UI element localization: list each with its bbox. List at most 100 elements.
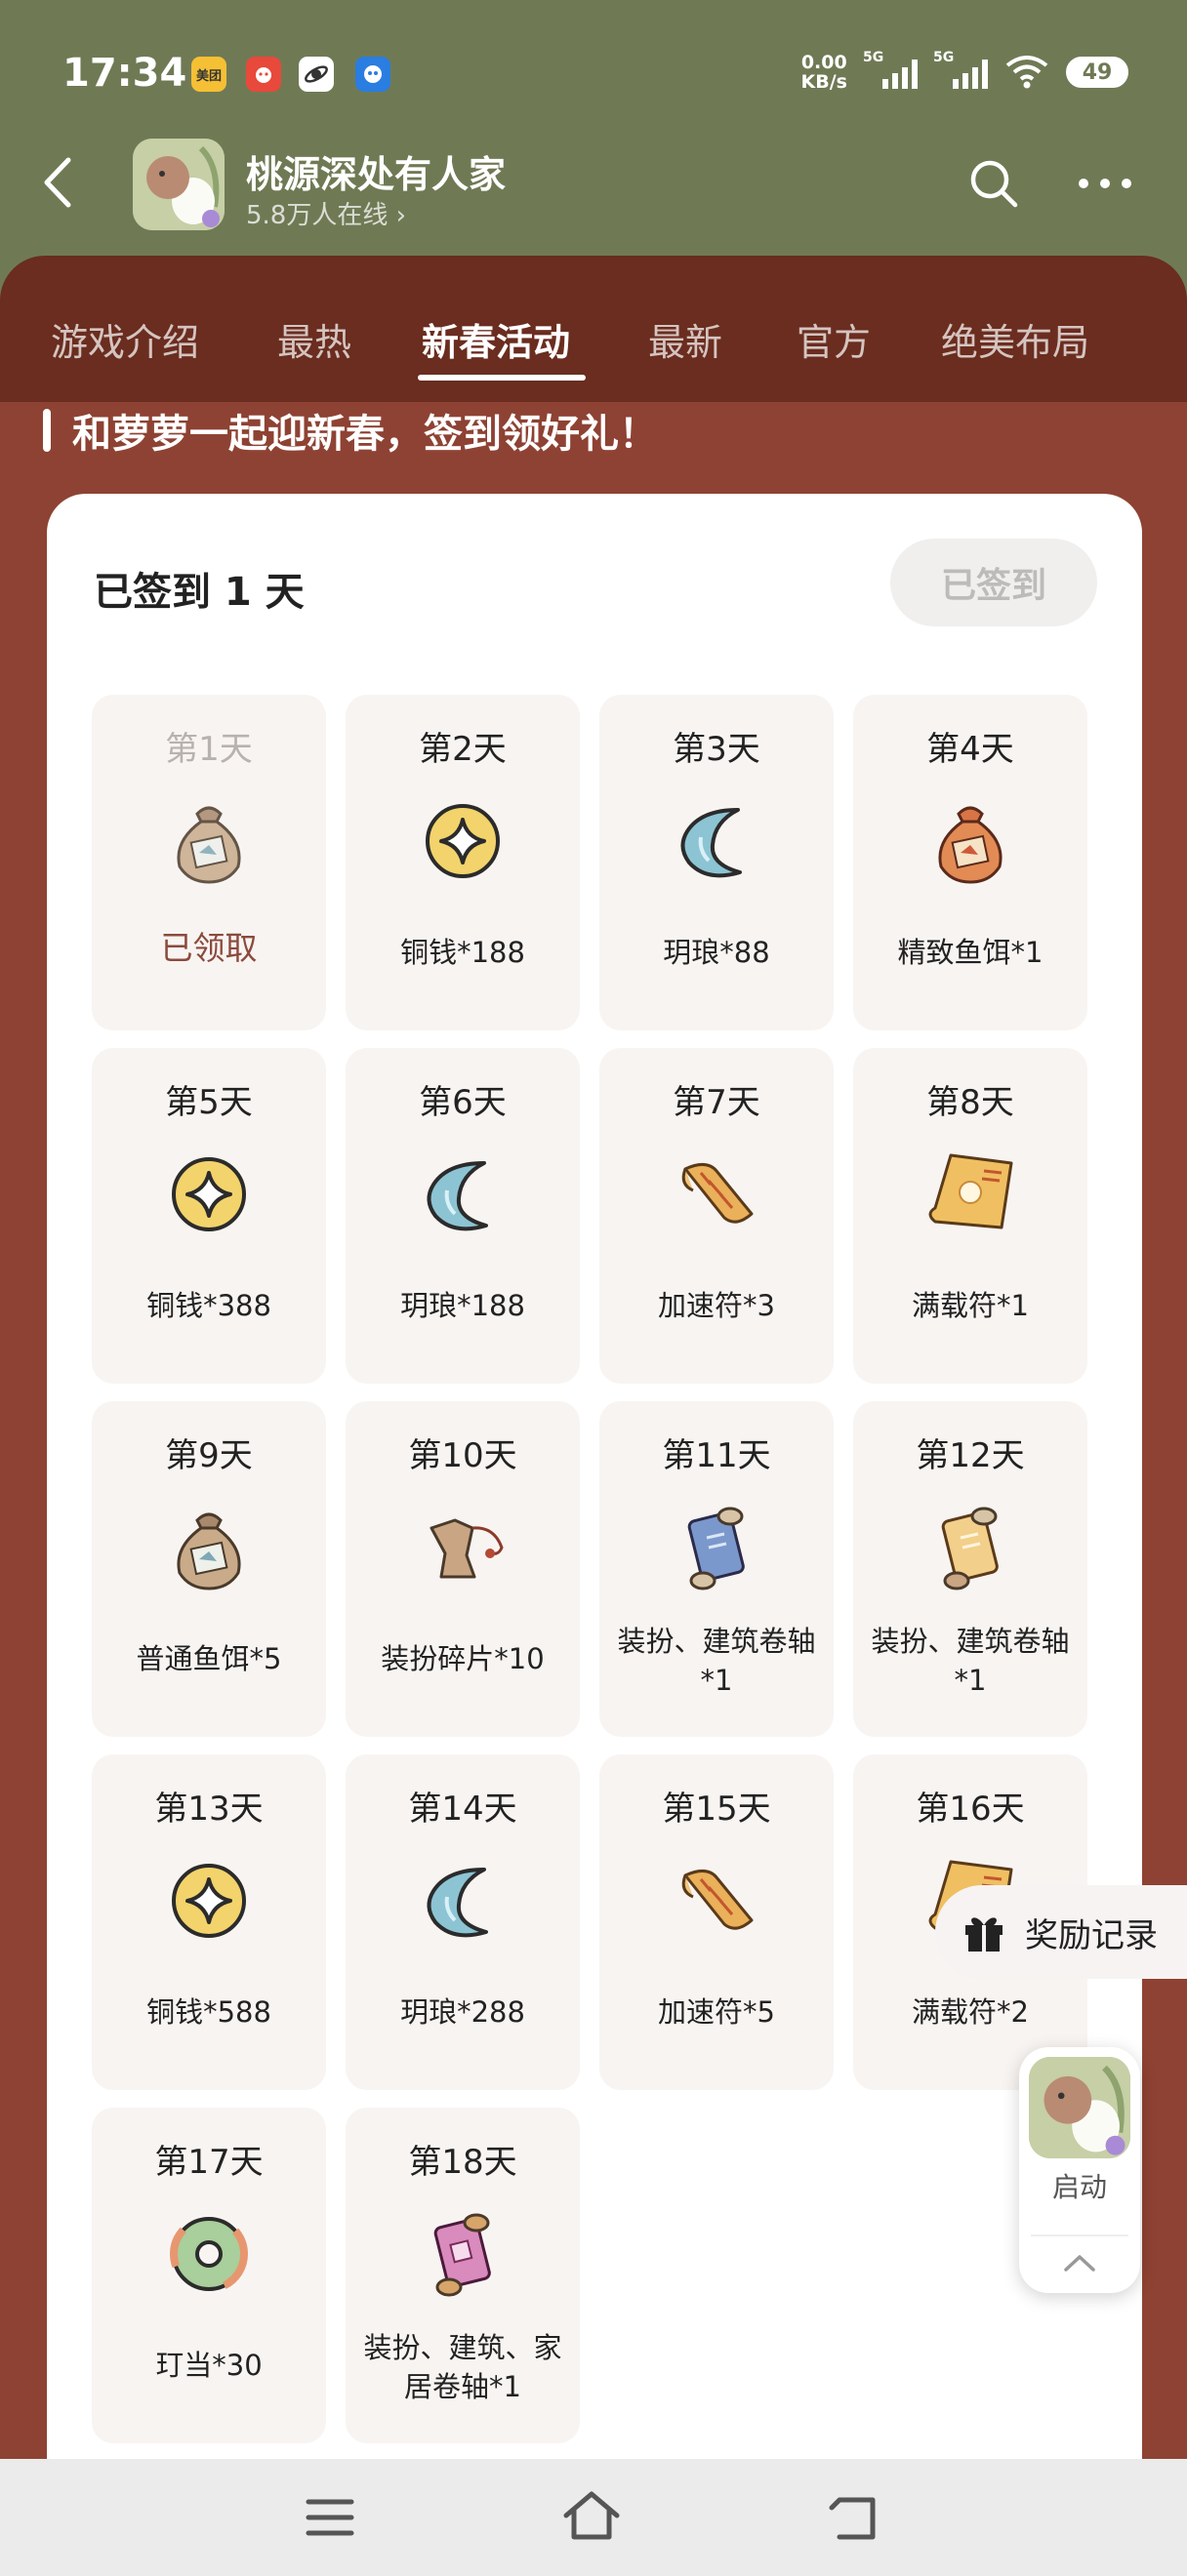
fish-bait-bag-icon [160, 1499, 258, 1596]
battery-indicator: 49 [1066, 57, 1128, 88]
jade-ring-icon [160, 2205, 258, 2303]
signal-2-label: 5G [933, 50, 955, 65]
moon-gem-icon [414, 1852, 512, 1950]
checkin-day-13[interactable]: 第13天铜钱*588 [92, 1754, 326, 2090]
reward-label: 铜钱*188 [400, 936, 525, 969]
game-title: 桃源深处有人家 [246, 153, 507, 196]
checkin-day-11[interactable]: 第11天 装扮、建筑卷轴*1 [599, 1401, 834, 1737]
chevron-up-icon[interactable] [1060, 2248, 1099, 2277]
day-title: 第3天 [673, 730, 760, 769]
reward-label: 铜钱*388 [146, 1289, 271, 1322]
checkin-day-14[interactable]: 第14天 玥琅*288 [346, 1754, 580, 2090]
chevron-right-icon: › [395, 201, 407, 230]
tab-beautiful-layout[interactable]: 绝美布局 [941, 312, 1089, 366]
tab-game-intro[interactable]: 游戏介绍 [51, 312, 199, 366]
checkin-day-1[interactable]: 第1天 已领取 [92, 695, 326, 1030]
moon-gem-icon [414, 1146, 512, 1243]
reward-label: 装扮、建筑卷轴*1 [617, 1625, 816, 1697]
home-icon[interactable] [562, 2488, 621, 2547]
reward-label: 精致鱼饵*1 [897, 936, 1044, 969]
day-title: 第7天 [673, 1083, 760, 1122]
checkin-card: 已签到 1 天 已签到 第1天 已领取 第2天 铜钱*188 第3天 玥琅*88 第4天 精致… [47, 494, 1142, 2576]
day-title: 第13天 [154, 1790, 264, 1829]
day-title: 第15天 [662, 1790, 771, 1829]
app-notification-icon [246, 57, 281, 92]
launch-divider [1031, 2234, 1128, 2236]
tab-newest[interactable]: 最新 [648, 312, 722, 366]
tab-hottest[interactable]: 最热 [277, 312, 351, 366]
checkin-day-7[interactable]: 第7天加速符*3 [599, 1048, 834, 1384]
day-title: 第14天 [408, 1790, 517, 1829]
back-icon[interactable] [826, 2488, 884, 2547]
reward-label: 铜钱*588 [146, 1995, 271, 2029]
checkin-day-5[interactable]: 第5天铜钱*388 [92, 1048, 326, 1384]
meituan-badge-label: 美团 [195, 68, 222, 84]
tab-official[interactable]: 官方 [797, 312, 871, 366]
checkin-day-10[interactable]: 第10天装扮碎片*10 [346, 1401, 580, 1737]
tab-bar: 游戏介绍 最热 新春活动 最新 官方 绝美布局 [0, 256, 1187, 402]
reward-label: 加速符*3 [658, 1289, 775, 1322]
day-title: 第5天 [165, 1083, 253, 1122]
speed-talisman-icon [668, 1852, 765, 1950]
net-speed-value: 0.00 [800, 52, 847, 73]
online-count-link[interactable]: 5.8万人在线 › [246, 195, 406, 231]
launch-game-float[interactable]: 启动 [1019, 2047, 1140, 2293]
reward-label: 装扮碎片*10 [381, 1642, 545, 1675]
day-title: 第9天 [165, 1436, 253, 1475]
meituan-app-icon: 美团 [191, 57, 226, 92]
coin-icon [160, 1146, 258, 1243]
event-banner: 和萝萝一起迎新春，签到领好礼！ [43, 402, 658, 459]
menu-icon[interactable] [301, 2488, 359, 2547]
checkin-day-15[interactable]: 第15天加速符*5 [599, 1754, 834, 2090]
yellow-scroll-icon [921, 1499, 1019, 1596]
wifi-icon [1005, 56, 1048, 89]
signed-days-count: 已签到 1 天 [94, 570, 305, 615]
signal-icon-1: 5G [863, 50, 918, 89]
more-icon[interactable] [1074, 164, 1136, 203]
full-load-talisman-icon [921, 1146, 1019, 1243]
game-avatar[interactable] [133, 139, 225, 230]
day-title: 第6天 [419, 1083, 507, 1122]
signal-icon-2: 5G [933, 50, 988, 89]
signed-button[interactable]: 已签到 [890, 539, 1097, 626]
day-title: 第17天 [154, 2143, 264, 2182]
reward-label: 玥琅*88 [663, 936, 770, 969]
checkin-day-3[interactable]: 第3天玥琅*88 [599, 695, 834, 1030]
banner-text: 和萝萝一起迎新春，签到领好礼！ [72, 412, 658, 457]
day-title: 第4天 [926, 730, 1014, 769]
status-bar: 17:34 美团 0.00 KB/s 5G 5G 49 [0, 0, 1187, 137]
system-navigation-bar [0, 2459, 1187, 2576]
moon-gem-icon [668, 792, 765, 890]
search-icon[interactable] [966, 156, 1021, 211]
launch-game-avatar[interactable] [1029, 2057, 1130, 2158]
network-speed: 0.00 KB/s [801, 53, 847, 92]
checkin-day-9[interactable]: 第9天 普通鱼饵*5 [92, 1401, 326, 1737]
day-title: 第8天 [926, 1083, 1014, 1122]
reward-record-label: 奖励记录 [1025, 1915, 1158, 1955]
reward-label: 玎当*30 [155, 2349, 263, 2382]
reward-label: 玥琅*188 [400, 1289, 525, 1322]
checkin-day-8[interactable]: 第8天 满载符*1 [853, 1048, 1087, 1384]
planet-app-icon [299, 57, 334, 92]
reward-label: 满载符*2 [912, 1995, 1029, 2029]
day-title: 第10天 [408, 1436, 517, 1475]
back-arrow-icon[interactable] [37, 156, 80, 209]
launch-label[interactable]: 启动 [1019, 2166, 1140, 2205]
checkin-day-2[interactable]: 第2天 铜钱*188 [346, 695, 580, 1030]
checkin-day-17[interactable]: 第17天玎当*30 [92, 2108, 326, 2443]
checkin-day-18[interactable]: 第18天 装扮、建筑、家居卷轴*1 [346, 2108, 580, 2443]
day-title: 第16天 [916, 1790, 1025, 1829]
blue-scroll-icon [668, 1499, 765, 1596]
reward-label: 加速符*5 [658, 1995, 775, 2029]
day-title: 第12天 [916, 1436, 1025, 1475]
reward-record-button[interactable]: 奖励记录 [935, 1885, 1187, 1979]
status-time: 17:34 [62, 51, 187, 96]
checkin-day-12[interactable]: 第12天 装扮、建筑卷轴*1 [853, 1401, 1087, 1737]
gift-icon [965, 1917, 1003, 1952]
claimed-status: 已领取 [160, 929, 258, 967]
coin-icon [160, 1852, 258, 1950]
checkin-day-4[interactable]: 第4天精致鱼饵*1 [853, 695, 1087, 1030]
checkin-day-6[interactable]: 第6天玥琅*188 [346, 1048, 580, 1384]
active-tab-indicator [418, 375, 586, 381]
tab-spring-event[interactable]: 新春活动 [422, 312, 570, 366]
